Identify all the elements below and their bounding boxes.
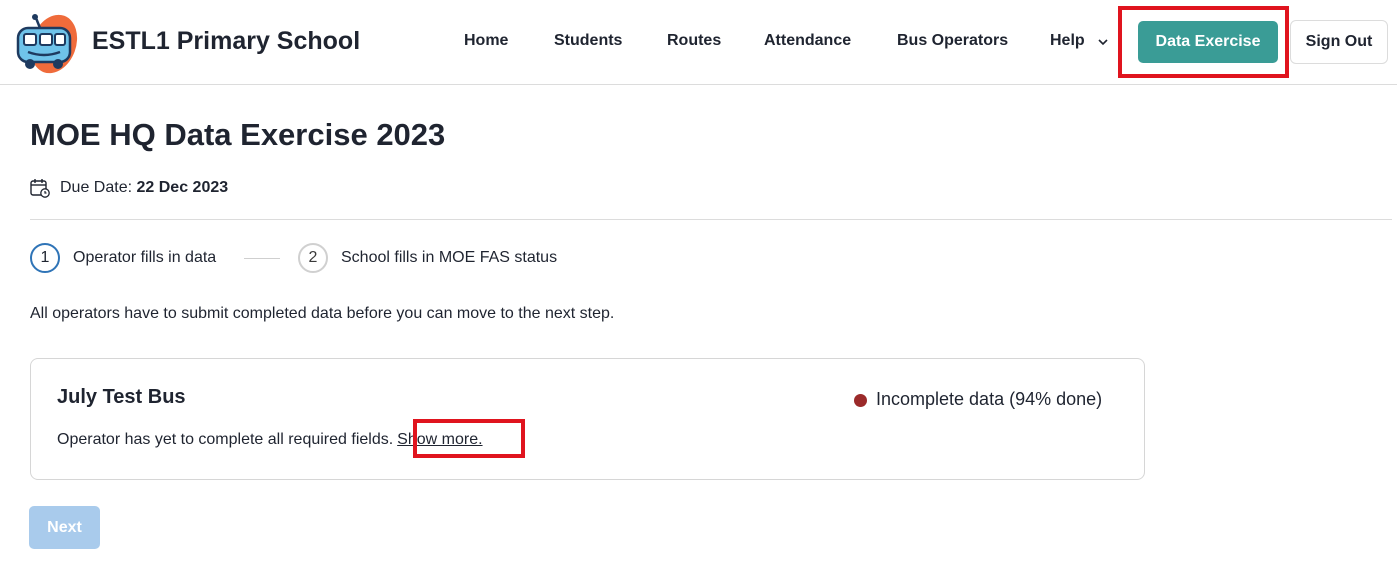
- nav-home[interactable]: Home: [464, 32, 508, 50]
- step-1-indicator: 1: [30, 243, 60, 273]
- nav-attendance[interactable]: Attendance: [764, 32, 851, 50]
- status-dot: [854, 394, 867, 407]
- calendar-clock-icon: [30, 179, 50, 198]
- step-1-label: Operator fills in data: [73, 249, 217, 266]
- highlight-box-show-more: [413, 419, 525, 458]
- divider: [30, 219, 1392, 220]
- step-2-label: School fills in MOE FAS status: [341, 249, 558, 266]
- nav-students[interactable]: Students: [554, 32, 622, 50]
- due-date: Due Date: 22 Dec 2023: [60, 179, 228, 197]
- due-date-value: 22 Dec 2023: [136, 179, 229, 196]
- info-text: All operators have to submit completed d…: [30, 305, 615, 322]
- highlight-box-data-exercise: [1118, 6, 1289, 78]
- nav-help[interactable]: Help: [1050, 32, 1085, 50]
- next-button[interactable]: Next: [29, 506, 100, 549]
- bus-logo-icon[interactable]: [14, 10, 78, 74]
- due-date-label: Due Date:: [60, 179, 133, 196]
- step-connector: [244, 258, 280, 259]
- school-name[interactable]: ESTL1 Primary School: [92, 27, 360, 56]
- chevron-down-icon[interactable]: [1097, 36, 1109, 48]
- description-text: Operator has yet to complete all require…: [57, 431, 394, 448]
- nav-routes[interactable]: Routes: [667, 32, 721, 50]
- nav-bus-operators[interactable]: Bus Operators: [897, 32, 1008, 50]
- operator-name: July Test Bus: [57, 386, 186, 408]
- sign-out-button[interactable]: Sign Out: [1290, 20, 1388, 64]
- operator-card: July Test Bus Incomplete data (94% done)…: [30, 358, 1145, 480]
- page-title: MOE HQ Data Exercise 2023: [30, 117, 446, 152]
- status-text: Incomplete data (94% done): [876, 389, 1103, 409]
- step-2-indicator: 2: [298, 243, 328, 273]
